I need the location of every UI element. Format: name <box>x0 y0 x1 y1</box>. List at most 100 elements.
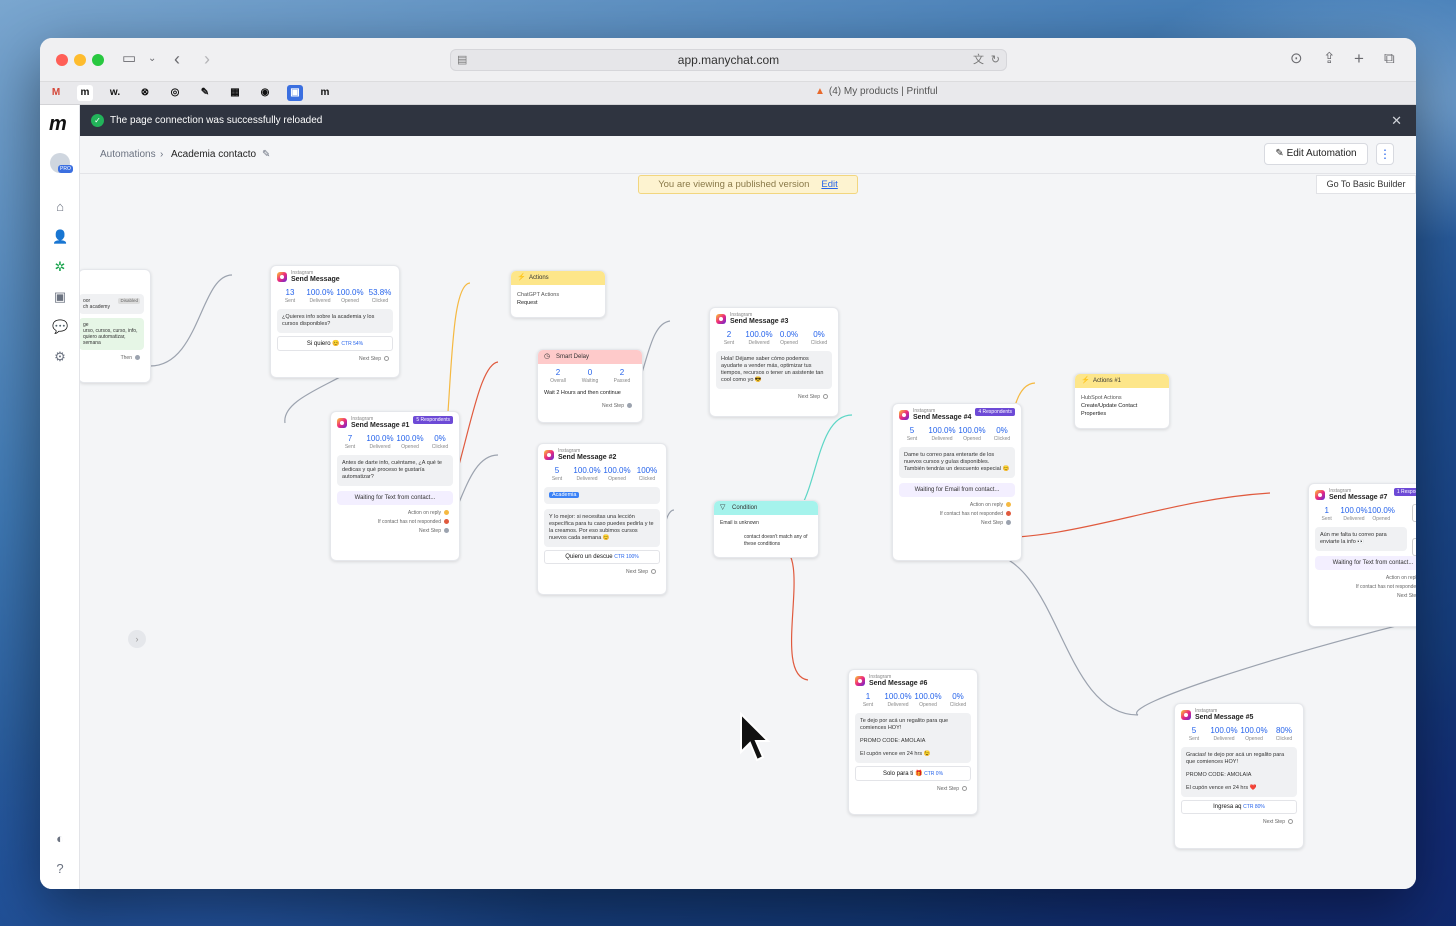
keyword-block: ge urso, cursos, curso, info, quiero aut… <box>80 318 144 350</box>
send-message-1-node[interactable]: Instagram Send Message #1 5 Respondents 7S… <box>330 411 460 561</box>
send-message-6-node[interactable]: Instagram Send Message #6 1 Sent 100.0% Del… <box>848 669 978 815</box>
close-icon[interactable]: ✕ <box>1391 105 1402 136</box>
pinned-tab-gmail[interactable]: M <box>48 85 64 101</box>
breadcrumb-separator-icon: › <box>160 149 164 160</box>
pinned-tab-8[interactable]: ◉ <box>257 85 273 101</box>
user-photo-avatar[interactable]: ◐ <box>52 831 68 847</box>
manychat-app: m PRO ⌂ 👤 ✲ ▣ 💬 ⚙ ◐ ? ✓ The page connect… <box>40 105 1416 889</box>
automation-icon[interactable]: ✲ <box>52 259 68 275</box>
waiting-input-block: Waiting for Text from contact... <box>1315 556 1416 570</box>
tab-overview-icon[interactable]: ⧉ <box>1384 50 1395 68</box>
quick-reply-button[interactable]: Si quiero 😊 CTR 54% <box>277 336 393 351</box>
url-button[interactable]: Ingresa aq CTR 80% <box>1181 800 1297 814</box>
message-bubble: Antes de darte info, cuéntame, ¿A qué te… <box>337 455 453 486</box>
forward-icon[interactable]: › <box>204 50 210 68</box>
connector-dot[interactable] <box>444 528 449 534</box>
connector-dot[interactable] <box>384 356 389 362</box>
connector-dot[interactable] <box>1288 819 1293 825</box>
trigger-node-partial[interactable]: oor ch academy Disabled ge urso, cursos,… <box>80 269 151 383</box>
connector-dot[interactable] <box>135 355 140 361</box>
message-bubble: Y lo mejor: si necesitas una lección esp… <box>544 509 660 547</box>
breadcrumb-automations[interactable]: Automations <box>100 149 156 160</box>
actions-node[interactable]: ⚡ Actions ChatGPT Actions Request <box>510 270 606 318</box>
zoom-out-button[interactable]: − <box>1412 538 1416 556</box>
chevron-right-icon[interactable]: › <box>128 630 146 648</box>
wire <box>1136 620 1416 716</box>
send-message-5-node[interactable]: Instagram Send Message #5 5 Sent 100.0% Del… <box>1174 703 1304 849</box>
disabled-badge: Disabled <box>118 298 140 304</box>
trigger-block: oor ch academy Disabled <box>80 294 144 314</box>
send-message-7-node[interactable]: InstagramSend Message #71 Respondent 1Se… <box>1308 483 1416 627</box>
more-options-button[interactable]: ⋮ <box>1376 143 1394 165</box>
message-bubble: Hola! Déjame saber cómo podemos ayudarte… <box>716 351 832 389</box>
zoom-window-button[interactable] <box>92 54 104 66</box>
sidebar-toggle-icon[interactable]: ▭ <box>122 50 136 68</box>
wire <box>778 546 809 681</box>
pinned-tab-w[interactable]: w. <box>107 85 123 101</box>
active-tab-title[interactable]: ▲ (4) My products | Printful <box>815 86 938 97</box>
message-bubble: Aún me falta tu correo para enviarte la … <box>1315 527 1407 551</box>
manychat-logo[interactable]: m <box>49 113 67 136</box>
pencil-icon: ✎ <box>1275 148 1287 159</box>
contacts-icon[interactable]: 👤 <box>52 229 68 245</box>
zoom-in-button[interactable]: + <box>1412 504 1416 522</box>
pinned-tab-manychat-active[interactable]: m <box>77 85 93 101</box>
message-bubble: Te dejo por acá un regalito para que com… <box>855 713 971 763</box>
chevron-down-icon[interactable]: ⌄ <box>148 50 156 68</box>
home-icon[interactable]: ⌂ <box>52 199 68 215</box>
close-window-button[interactable] <box>56 54 68 66</box>
connector-dot[interactable] <box>627 403 632 409</box>
connector-dot[interactable] <box>444 519 449 525</box>
instagram-icon <box>855 676 865 686</box>
pinned-tab-9[interactable]: ▣ <box>287 85 303 101</box>
quick-reply-button[interactable]: Quiero un descue CTR 100% <box>544 550 660 564</box>
condition-node[interactable]: ▽ Condition Email is unknown contact doesn… <box>713 500 819 558</box>
go-to-basic-builder-button[interactable]: Go To Basic Builder <box>1316 175 1416 194</box>
new-tab-icon[interactable]: + <box>1354 50 1364 68</box>
tag-badge: Academia <box>549 492 580 498</box>
published-version-notice: You are viewing a published version Edit <box>638 175 858 194</box>
bolt-icon: ⚡ <box>1081 377 1090 384</box>
breadcrumb-current: Academia contacto <box>171 149 257 160</box>
actions-1-node[interactable]: ⚡ Actions #1 HubSpot Actions Create/Update… <box>1074 373 1170 429</box>
connector-dot[interactable] <box>651 569 656 575</box>
minimize-window-button[interactable] <box>74 54 86 66</box>
pinned-tab-openai[interactable]: ◎ <box>167 85 183 101</box>
connector-dot[interactable] <box>1006 520 1011 526</box>
settings-icon[interactable]: ⚙ <box>52 349 68 365</box>
connector-dot[interactable] <box>444 510 449 516</box>
address-bar[interactable]: ▤ app.manychat.com 文 ↻ <box>450 49 1007 71</box>
printful-icon: ▲ <box>815 86 825 97</box>
help-icon[interactable]: ? <box>52 861 68 877</box>
reload-banner: ✓ The page connection was successfully r… <box>80 105 1416 136</box>
send-message-4-node[interactable]: Instagram Send Message #4 4 Respondents 5S… <box>892 403 1022 561</box>
back-icon[interactable]: ‹ <box>174 50 180 68</box>
instagram-icon <box>544 450 554 460</box>
share-icon[interactable]: ⇪ <box>1323 50 1336 68</box>
downloads-icon[interactable]: ⊙ <box>1290 50 1303 68</box>
pinned-tab-7[interactable]: ▦ <box>227 85 243 101</box>
pinned-tab-4[interactable]: ⊗ <box>137 85 153 101</box>
reload-icon[interactable]: ↻ <box>991 50 1000 70</box>
url-button[interactable]: Solo para ti 🎁 CTR 0% <box>855 766 971 781</box>
pencil-icon[interactable]: ✎ <box>262 149 270 160</box>
edit-link[interactable]: Edit <box>821 179 837 190</box>
flow-canvas[interactable]: oor ch academy Disabled ge urso, cursos,… <box>80 175 1416 889</box>
wire <box>982 551 1139 716</box>
page-settings-icon[interactable]: ▤ <box>457 50 467 70</box>
pinned-tab-10[interactable]: m <box>317 85 333 101</box>
instagram-icon <box>716 314 726 324</box>
connector-dot[interactable] <box>1006 502 1011 508</box>
chat-icon[interactable]: 💬 <box>52 319 68 335</box>
connector-dot[interactable] <box>1006 511 1011 517</box>
send-message-node[interactable]: Instagram Send Message 13 Sent 100.0% Deliv… <box>270 265 400 378</box>
pinned-tab-6[interactable]: ✎ <box>197 85 213 101</box>
edit-automation-button[interactable]: ✎ Edit Automation <box>1264 143 1368 165</box>
connector-dot[interactable] <box>962 786 967 792</box>
connector-dot[interactable] <box>823 394 828 400</box>
smart-delay-node[interactable]: ◷ Smart Delay 2 Overall 0 Waiting 2 Passed W… <box>537 349 643 423</box>
translate-icon[interactable]: 文 <box>973 50 984 70</box>
send-message-2-node[interactable]: Instagram Send Message #2 5 Sent 100.0% Del… <box>537 443 667 595</box>
ai-icon[interactable]: ▣ <box>52 289 68 305</box>
send-message-3-node[interactable]: Instagram Send Message #3 2 Sent 100.0% Del… <box>709 307 839 417</box>
